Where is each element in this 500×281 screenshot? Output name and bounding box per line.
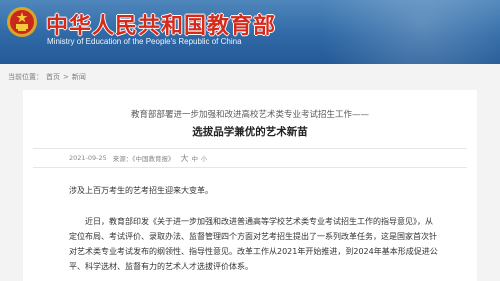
breadcrumb-prefix: 当前位置：	[8, 73, 43, 81]
article-pre-title: 教育部部署进一步加强和改进高校艺术类专业考试招生工作——	[130, 110, 369, 120]
national-emblem-icon[interactable]	[6, 6, 38, 38]
article-source: 来源：《中国教育报》	[112, 155, 175, 163]
article-meta: 2021-09-25 来源：《中国教育报》 大 中 小	[33, 148, 467, 168]
breadcrumb: 当前位置： 首页 > 新闻	[8, 70, 86, 84]
article-paragraph: 近日，教育部印发《关于进一步加强和改进普通高等学校艺术类专业考试招生工作的指导意…	[69, 214, 439, 274]
article-paragraph-text: 近日，教育部印发《关于进一步加强和改进普通高等学校艺术类专业考试招生工作的指导意…	[69, 217, 438, 271]
site-subtitle-en: Ministry of Education of the People's Re…	[47, 37, 242, 46]
article-paragraph: 涉及上百万考生的艺考招生迎来大变革。	[69, 186, 213, 195]
article-card: 教育部部署进一步加强和改进高校艺术类专业考试招生工作—— 选拔品学兼优的艺术新苗…	[23, 90, 477, 281]
breadcrumb-news-link[interactable]: 新闻	[72, 72, 86, 82]
font-size-switch: 大 中 小	[181, 153, 208, 164]
article-title: 选拔品学兼优的艺术新苗	[192, 126, 308, 138]
font-large-button[interactable]: 大	[181, 153, 189, 164]
font-small-button[interactable]: 小	[201, 154, 207, 163]
site-title[interactable]: 中华人民共和国教育部	[46, 8, 276, 40]
article-date: 2021-09-25	[69, 154, 107, 162]
header-background	[240, 0, 500, 64]
font-medium-button[interactable]: 中	[192, 153, 199, 163]
breadcrumb-home-link[interactable]: 首页	[46, 72, 60, 82]
site-header: 中华人民共和国教育部 Ministry of Education of the …	[0, 0, 500, 64]
breadcrumb-separator: >	[63, 73, 69, 81]
